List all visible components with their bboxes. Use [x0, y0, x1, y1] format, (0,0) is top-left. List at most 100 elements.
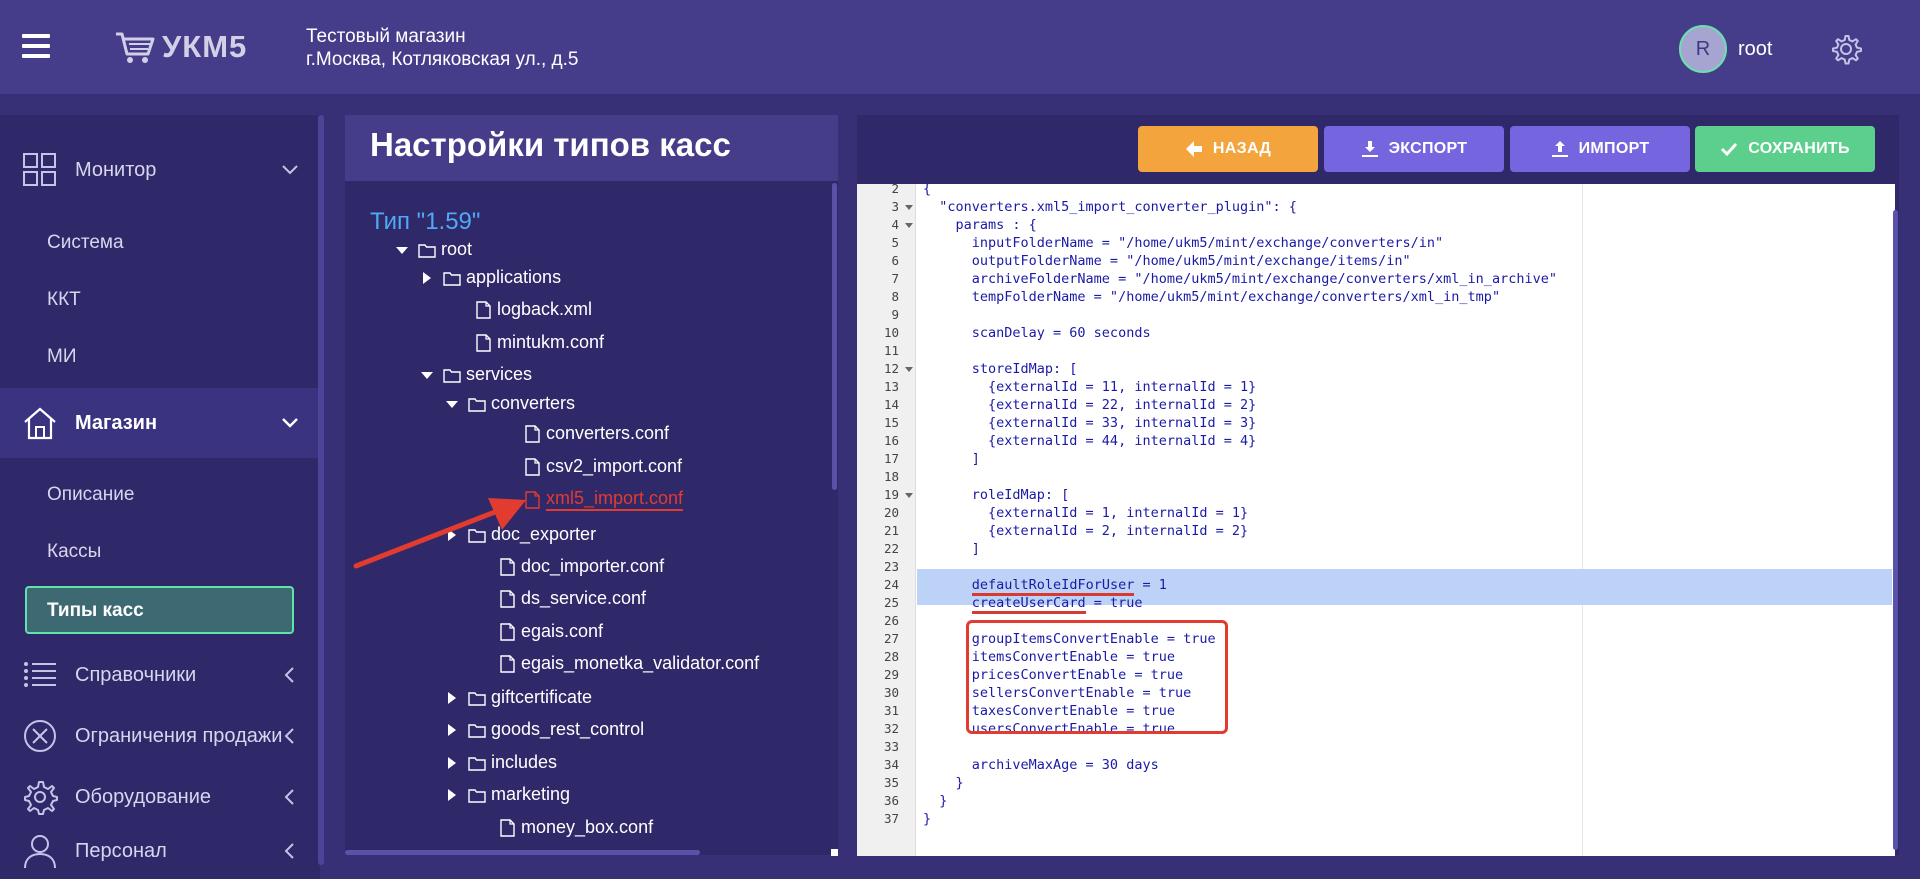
tree-folder[interactable]: applications — [423, 267, 561, 288]
code-line[interactable]: } — [923, 774, 964, 792]
tree-folder[interactable]: goods_rest_control — [448, 719, 644, 740]
menu-icon[interactable] — [22, 34, 50, 58]
print-margin — [1582, 184, 1583, 856]
folder-icon — [468, 723, 486, 738]
code-line[interactable]: params : { — [923, 216, 1037, 234]
caret-down-icon[interactable] — [421, 369, 433, 381]
sidebar-item-kkt[interactable]: ККТ — [47, 289, 81, 311]
tree-folder[interactable]: includes — [448, 752, 557, 773]
code-line[interactable]: {externalId = 33, internalId = 3} — [923, 414, 1256, 432]
code-line[interactable]: tempFolderName = "/home/ukm5/mint/exchan… — [923, 288, 1500, 306]
sidebar-section-staff[interactable]: Персонал — [0, 823, 318, 879]
code-line[interactable]: ] — [923, 450, 980, 468]
username[interactable]: root — [1738, 38, 1772, 61]
import-button[interactable]: ИМПОРТ — [1510, 126, 1690, 172]
code-line[interactable]: outputFolderName = "/home/ukm5/mint/exch… — [923, 252, 1411, 270]
tree-file[interactable]: ds_service.conf — [498, 588, 646, 609]
line-number: 15 — [883, 415, 899, 430]
grid-icon — [23, 153, 56, 186]
code-line[interactable]: inputFolderName = "/home/ukm5/mint/excha… — [923, 234, 1443, 252]
caret-right-icon[interactable] — [446, 756, 458, 769]
sidebar-item-mi[interactable]: МИ — [47, 346, 76, 368]
tree-node-label: mintukm.conf — [497, 332, 605, 352]
tree-folder[interactable]: root — [396, 239, 472, 260]
sidebar-section-directories[interactable]: Справочники — [0, 640, 318, 710]
code-line[interactable]: } — [923, 810, 931, 828]
tree-file[interactable]: converters.conf — [523, 423, 669, 444]
code-line[interactable]: {externalId = 2, internalId = 2} — [923, 522, 1248, 540]
home-icon — [24, 407, 56, 440]
code-rest: = true — [1085, 595, 1143, 611]
code-line[interactable]: defaultRoleIdForUser = 1 — [923, 576, 1167, 596]
code-editor[interactable]: 2 {3 "converters.xml5_import_converter_pl… — [857, 184, 1895, 856]
export-button[interactable]: ЭКСПОРТ — [1324, 126, 1504, 172]
code-line[interactable]: {externalId = 1, internalId = 1} — [923, 504, 1248, 522]
tree-file[interactable]: mintukm.conf — [474, 332, 604, 353]
line-number: 5 — [891, 235, 899, 250]
code-line[interactable]: archiveFolderName = "/home/ukm5/mint/exc… — [923, 270, 1557, 288]
save-button[interactable]: СОХРАНИТЬ — [1695, 126, 1875, 172]
tree-horizontal-scrollbar[interactable] — [345, 850, 700, 855]
sidebar-section-store[interactable]: Магазин — [0, 388, 318, 458]
tree-file[interactable]: csv2_import.conf — [523, 456, 682, 477]
sidebar-section-monitor[interactable]: Монитор — [0, 135, 318, 205]
code-line[interactable]: createUserCard = true — [923, 594, 1143, 614]
logo[interactable]: УКМ5 — [114, 28, 247, 66]
tree-folder[interactable]: services — [421, 364, 532, 385]
code-line[interactable]: {externalId = 44, internalId = 4} — [923, 432, 1256, 450]
code-line[interactable]: } — [923, 792, 947, 810]
code-line[interactable]: "converters.xml5_import_converter_plugin… — [923, 198, 1297, 216]
tree-folder[interactable]: converters — [446, 393, 575, 414]
tree-folder[interactable]: marketing — [448, 784, 570, 805]
caret-down-icon[interactable] — [446, 398, 458, 410]
code-line[interactable]: {externalId = 22, internalId = 2} — [923, 396, 1256, 414]
code-line[interactable]: ] — [923, 540, 980, 558]
store-name: Тестовый магазин — [306, 26, 466, 47]
settings-gear-icon[interactable] — [1830, 33, 1862, 65]
scrollbar-corner — [831, 849, 838, 856]
register-type-label: Тип "1.59" — [370, 208, 481, 235]
fold-toggle-icon[interactable] — [905, 223, 913, 228]
code-line[interactable]: scanDelay = 60 seconds — [923, 324, 1151, 342]
tree-file[interactable]: logback.xml — [474, 299, 592, 320]
sidebar-item-cash-registers[interactable]: Кассы — [47, 541, 101, 563]
fold-toggle-icon[interactable] — [905, 205, 913, 210]
tree-node-label: logback.xml — [497, 299, 593, 319]
line-number: 4 — [891, 217, 899, 232]
back-button[interactable]: НАЗАД — [1138, 126, 1318, 172]
avatar[interactable]: R — [1679, 25, 1727, 73]
tree-file[interactable]: money_box.conf — [498, 817, 653, 838]
tree-file[interactable]: xml5_import.conf — [523, 488, 684, 511]
caret-right-icon[interactable] — [421, 271, 433, 284]
code-line[interactable]: { — [923, 184, 931, 198]
sidebar-section-equipment[interactable]: Оборудование — [0, 762, 318, 832]
sidebar-section-label: Монитор — [75, 158, 157, 181]
arrow-left-icon — [1185, 141, 1202, 157]
download-icon — [1361, 141, 1378, 157]
code-line[interactable]: archiveMaxAge = 30 days — [923, 756, 1159, 774]
caret-right-icon[interactable] — [446, 723, 458, 736]
editor-scrollbar[interactable] — [1893, 210, 1898, 850]
sidebar-scrollbar[interactable] — [318, 115, 324, 865]
sidebar-section-sale-restrictions[interactable]: Ограничения продажи — [0, 701, 318, 771]
fold-toggle-icon[interactable] — [905, 367, 913, 372]
caret-right-icon[interactable] — [446, 691, 458, 704]
caret-down-icon[interactable] — [396, 244, 408, 256]
sidebar-item-label: Типы касс — [47, 600, 144, 621]
code-line[interactable]: storeIdMap: [ — [923, 360, 1078, 378]
sidebar-item-system[interactable]: Система — [47, 232, 124, 254]
code-line[interactable]: {externalId = 11, internalId = 1} — [923, 378, 1256, 396]
sidebar-section-label: Магазин — [75, 411, 158, 434]
tree-file[interactable]: egais_monetka_validator.conf — [498, 653, 759, 674]
code-line[interactable]: roleIdMap: [ — [923, 486, 1070, 504]
sidebar-item-cash-register-types[interactable]: Типы касс — [25, 586, 294, 634]
tree-folder[interactable]: giftcertificate — [448, 687, 592, 708]
caret-right-icon[interactable] — [446, 788, 458, 801]
code-rest: = 1 — [1134, 577, 1167, 593]
fold-toggle-icon[interactable] — [905, 493, 913, 498]
folder-icon — [418, 243, 436, 258]
folder-icon — [468, 756, 486, 771]
tree-vertical-scrollbar[interactable] — [832, 183, 837, 490]
sidebar-item-description[interactable]: Описание — [47, 484, 134, 506]
tree-file[interactable]: egais.conf — [498, 621, 603, 642]
